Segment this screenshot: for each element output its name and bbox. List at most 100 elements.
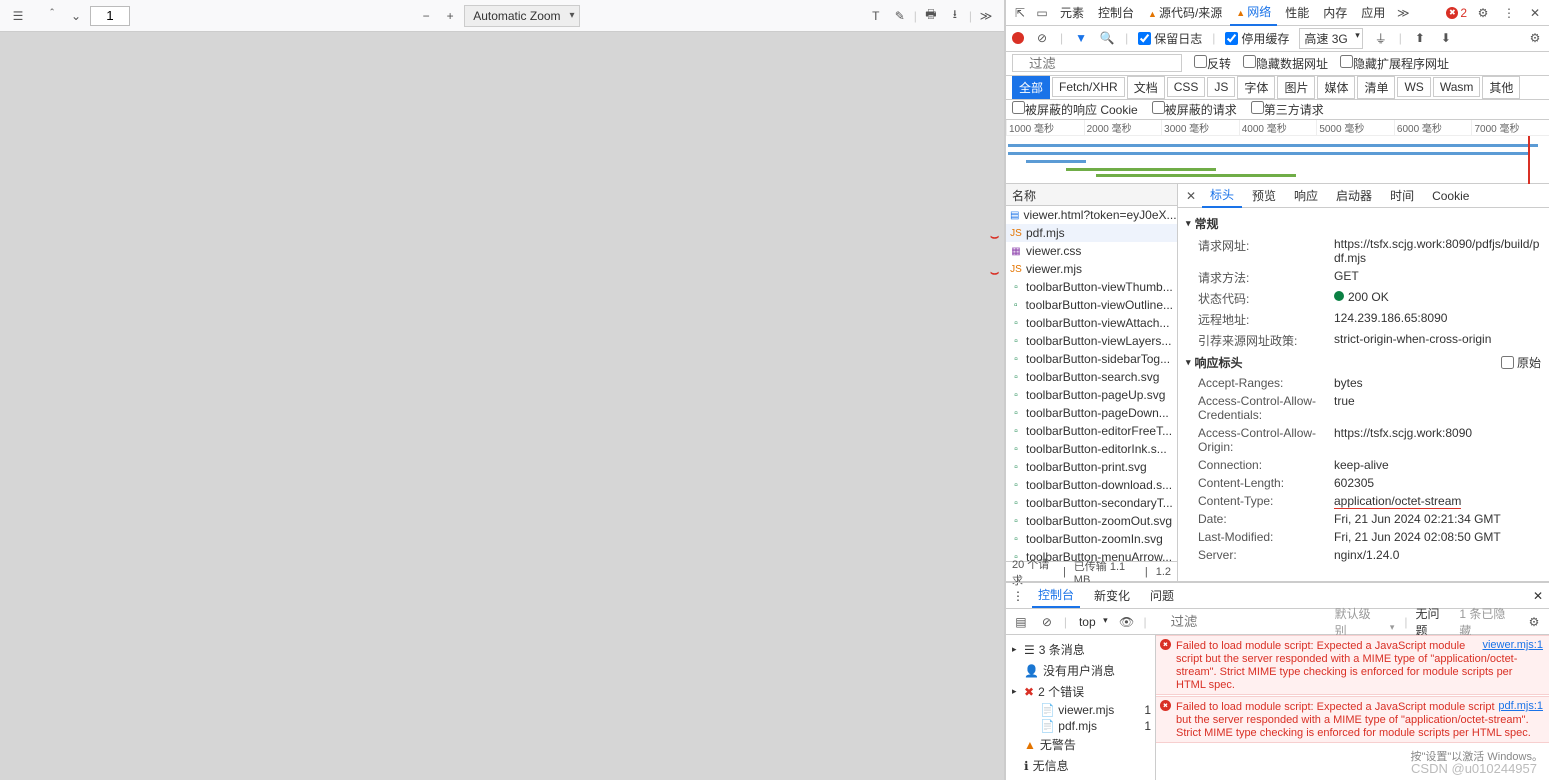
tab-preview[interactable]: 预览 — [1244, 184, 1284, 207]
info-node[interactable]: ℹ无信息 — [1010, 755, 1151, 776]
type-图片[interactable]: 图片 — [1277, 76, 1315, 99]
zoom-select[interactable]: Automatic Zoom — [464, 5, 579, 27]
request-row[interactable]: ▫toolbarButton-pageUp.svg — [1006, 386, 1177, 404]
more-tabs-icon[interactable]: ≫ — [1393, 3, 1413, 23]
page-input[interactable] — [90, 6, 130, 26]
tab-initiator[interactable]: 启动器 — [1328, 184, 1380, 207]
zoom-out-icon[interactable]: − — [416, 6, 436, 26]
search-icon[interactable]: 🔍 — [1099, 30, 1115, 46]
tab-timing[interactable]: 时间 — [1382, 184, 1422, 207]
request-row[interactable]: ▫toolbarButton-zoomIn.svg — [1006, 530, 1177, 548]
type-CSS[interactable]: CSS — [1167, 77, 1206, 97]
tab-performance[interactable]: 性能 — [1279, 0, 1315, 25]
filter-input[interactable] — [1012, 54, 1182, 72]
blocked-request-checkbox[interactable]: 被屏蔽的请求 — [1152, 101, 1237, 118]
error-count[interactable]: 2 — [1446, 6, 1467, 20]
type-字体[interactable]: 字体 — [1237, 76, 1275, 99]
clear-icon[interactable]: ⊘ — [1034, 30, 1050, 46]
console-filter-input[interactable] — [1155, 613, 1315, 631]
wifi-icon[interactable]: ⏚ — [1373, 30, 1389, 46]
text-icon[interactable]: T — [866, 6, 886, 26]
sidebar-toggle-icon[interactable]: ☰ — [8, 6, 28, 26]
source-link[interactable]: viewer.mjs:1 — [1482, 639, 1543, 651]
request-row[interactable]: ▫toolbarButton-secondaryT... — [1006, 494, 1177, 512]
download-icon[interactable]: ⭳ — [945, 6, 965, 26]
request-row[interactable]: ▫toolbarButton-viewAttach... — [1006, 314, 1177, 332]
file-viewer-mjs[interactable]: 📄 viewer.mjs1 — [1010, 702, 1151, 718]
type-清单[interactable]: 清单 — [1357, 76, 1395, 99]
hide-ext-checkbox[interactable]: 隐藏扩展程序网址 — [1340, 55, 1449, 72]
close-detail-icon[interactable]: ✕ — [1182, 189, 1200, 203]
throttle-select[interactable]: 高速 3G — [1299, 28, 1362, 49]
request-row[interactable]: ▫toolbarButton-zoomOut.svg — [1006, 512, 1177, 530]
request-row[interactable]: ▫toolbarButton-search.svg — [1006, 368, 1177, 386]
raw-checkbox[interactable]: 原始 — [1501, 354, 1541, 371]
settings-icon[interactable]: ⚙ — [1527, 30, 1543, 46]
hide-data-checkbox[interactable]: 隐藏数据网址 — [1243, 55, 1328, 72]
type-Wasm[interactable]: Wasm — [1433, 77, 1481, 97]
filter-icon[interactable]: ▼ — [1073, 30, 1089, 46]
request-row[interactable]: JSpdf.mjs — [1006, 224, 1177, 242]
tab-elements[interactable]: 元素 — [1054, 0, 1090, 25]
drawer-tab-issues[interactable]: 问题 — [1144, 584, 1180, 607]
disable-cache-checkbox[interactable]: 停用缓存 — [1225, 30, 1289, 47]
user-messages-node[interactable]: 👤没有用户消息 — [1010, 660, 1151, 681]
request-row[interactable]: ▫toolbarButton-editorInk.s... — [1006, 440, 1177, 458]
file-pdf-mjs[interactable]: 📄 pdf.mjs1 — [1010, 718, 1151, 734]
request-row[interactable]: ▤viewer.html?token=eyJ0eX... — [1006, 206, 1177, 224]
drawer-close-icon[interactable]: ✕ — [1533, 589, 1543, 603]
device-icon[interactable]: ▭ — [1032, 3, 1052, 23]
request-row[interactable]: ▫toolbarButton-viewOutline... — [1006, 296, 1177, 314]
draw-icon[interactable]: ✎ — [890, 6, 910, 26]
tab-network[interactable]: 网络 — [1230, 0, 1277, 26]
tab-memory[interactable]: 内存 — [1317, 0, 1353, 25]
type-媒体[interactable]: 媒体 — [1317, 76, 1355, 99]
request-row[interactable]: ▫toolbarButton-sidebarTog... — [1006, 350, 1177, 368]
drawer-menu-icon[interactable]: ⋮ — [1012, 589, 1024, 603]
hidden-count[interactable]: 1 条已隐藏 — [1459, 605, 1517, 639]
type-JS[interactable]: JS — [1207, 77, 1235, 97]
console-sidebar-icon[interactable]: ▤ — [1012, 615, 1030, 629]
errors-node[interactable]: ✖2 个错误 — [1010, 681, 1151, 702]
gear-icon[interactable]: ⚙ — [1473, 3, 1493, 23]
drawer-tab-changes[interactable]: 新变化 — [1088, 584, 1136, 607]
download-har-icon[interactable]: ⬇ — [1438, 30, 1454, 46]
tab-response[interactable]: 响应 — [1286, 184, 1326, 207]
tab-console[interactable]: 控制台 — [1092, 0, 1140, 25]
timeline[interactable]: 1000 毫秒2000 毫秒3000 毫秒4000 毫秒5000 毫秒6000 … — [1006, 120, 1549, 184]
tools-icon[interactable]: ≫ — [976, 6, 996, 26]
type-其他[interactable]: 其他 — [1482, 76, 1520, 99]
tab-cookies[interactable]: Cookie — [1424, 186, 1477, 206]
chevron-down-icon[interactable]: ⌄ — [66, 6, 86, 26]
request-row[interactable]: ▫toolbarButton-download.s... — [1006, 476, 1177, 494]
tab-sources[interactable]: 源代码/来源 — [1142, 0, 1228, 25]
record-icon[interactable] — [1012, 32, 1024, 44]
tab-application[interactable]: 应用 — [1355, 0, 1391, 25]
type-文档[interactable]: 文档 — [1127, 76, 1165, 99]
request-row[interactable]: ▫toolbarButton-print.svg — [1006, 458, 1177, 476]
tab-headers[interactable]: 标头 — [1202, 183, 1242, 208]
chevron-up-icon[interactable]: ＾ — [42, 6, 62, 26]
request-row[interactable]: JSviewer.mjs — [1006, 260, 1177, 278]
drawer-tab-console[interactable]: 控制台 — [1032, 583, 1080, 608]
messages-node[interactable]: ☰3 条消息 — [1010, 639, 1151, 660]
third-party-checkbox[interactable]: 第三方请求 — [1251, 101, 1324, 118]
console-settings-icon[interactable]: ⚙ — [1525, 615, 1543, 629]
type-全部[interactable]: 全部 — [1012, 76, 1050, 99]
upload-icon[interactable]: ⬆ — [1412, 30, 1428, 46]
response-headers-section[interactable]: 响应标头 原始 — [1186, 351, 1541, 374]
kebab-icon[interactable]: ⋮ — [1499, 3, 1519, 23]
general-section[interactable]: 常规 — [1186, 212, 1541, 235]
inspect-icon[interactable]: ⇱ — [1010, 3, 1030, 23]
preserve-log-checkbox[interactable]: 保留日志 — [1138, 30, 1202, 47]
close-icon[interactable]: ✕ — [1525, 3, 1545, 23]
print-icon[interactable]: 🖶 — [921, 6, 941, 26]
zoom-in-icon[interactable]: + — [440, 6, 460, 26]
request-row[interactable]: ▫toolbarButton-viewLayers... — [1006, 332, 1177, 350]
request-row[interactable]: ▫toolbarButton-editorFreeT... — [1006, 422, 1177, 440]
invert-checkbox[interactable]: 反转 — [1194, 55, 1231, 72]
type-WS[interactable]: WS — [1397, 77, 1430, 97]
request-row[interactable]: ▦viewer.css — [1006, 242, 1177, 260]
source-link[interactable]: pdf.mjs:1 — [1498, 700, 1543, 712]
scope-select[interactable]: top — [1075, 614, 1110, 630]
